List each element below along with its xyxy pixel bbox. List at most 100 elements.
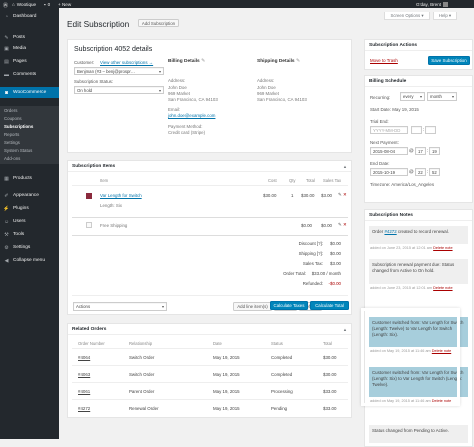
order-link[interactable]: #4063 <box>78 372 90 377</box>
order-date: May 19, 2015 <box>213 406 240 411</box>
customer-select[interactable]: Benjman (#3 – benj@prospr… ▾ <box>74 67 164 75</box>
order-link[interactable]: #4272 <box>384 229 396 234</box>
account-menu[interactable]: G'day, Brent <box>416 1 449 7</box>
comment-icon: ▬ <box>4 71 9 78</box>
edit-billing-icon[interactable]: ✎ <box>201 59 205 64</box>
submenu-settings[interactable]: Settings <box>4 140 20 145</box>
shipping-total: $0.00 <box>301 223 312 228</box>
collapse-menu-button[interactable]: ◀ Collapse menu <box>0 255 59 266</box>
discount-value: $0.00 <box>330 241 341 246</box>
calculate-total-button[interactable]: Calculate Total <box>310 301 349 310</box>
edit-shipping-icon[interactable]: ✎ <box>296 59 300 64</box>
sales-tax-value: $3.00 <box>330 261 341 266</box>
delete-note-link[interactable]: Delete note <box>433 246 452 250</box>
chevron-down-icon: ▾ <box>451 94 454 99</box>
related-orders-header: Related Orders ▲ <box>68 324 351 335</box>
delete-shipping-item-icon[interactable]: ✕ <box>343 222 347 228</box>
save-subscription-button[interactable]: Save Subscription <box>428 56 470 65</box>
col-date: Date <box>213 341 222 346</box>
table-row: #4063 Switch Order May 19, 2015 Complete… <box>72 365 348 382</box>
payment-method-label: Payment Method: <box>168 124 203 129</box>
table-row: Var Length for Switch Length: Six $30.00… <box>72 185 348 215</box>
add-line-items-button[interactable]: Add line item(s) <box>233 302 272 311</box>
screen-options-tab[interactable]: Screen Options ▾ <box>384 12 430 20</box>
sidebar-item-posts[interactable]: ✎ Posts <box>0 32 59 43</box>
sidebar-item-tools[interactable]: ⚒ Tools <box>0 229 59 240</box>
dashboard-icon: ◔ <box>4 13 9 20</box>
subscription-details-box: Subscription 4052 details Customer: View… <box>67 39 352 153</box>
product-meta: Length: Six <box>100 203 122 208</box>
shipping-total-label: Shipping [?]: <box>298 251 323 256</box>
toggle-arrow-icon[interactable]: ▲ <box>343 164 347 169</box>
order-total: $30.00 <box>323 372 337 377</box>
sidebar-item-pages[interactable]: ▤ Pages <box>0 56 59 67</box>
order-status: Pending <box>271 406 288 411</box>
sidebar-item-comments[interactable]: ▬ Comments <box>0 69 59 80</box>
trial-end-minute-input[interactable] <box>425 126 436 134</box>
order-link[interactable]: #4061 <box>78 389 90 394</box>
trial-end-hour-input[interactable] <box>411 126 422 134</box>
delete-item-icon[interactable]: ✕ <box>343 192 347 198</box>
order-link[interactable]: #4272 <box>78 406 90 411</box>
note-item: Status changed from Pending to Active. <box>369 425 468 443</box>
view-other-subscriptions-link[interactable]: View other subscriptions → <box>100 60 153 65</box>
col-qty: Qty <box>289 178 296 183</box>
next-payment-minute-input[interactable]: 19 <box>429 147 440 155</box>
add-subscription-button[interactable]: Add Subscription <box>138 19 179 27</box>
order-relationship: Switch Order <box>129 355 155 360</box>
site-name-link[interactable]: ⌂ Wootique <box>12 2 36 7</box>
edit-shipping-item-icon[interactable]: ✎ <box>338 222 342 228</box>
submenu-subscriptions[interactable]: Subscriptions <box>4 124 33 129</box>
next-payment-hour-input[interactable]: 17 <box>415 147 426 155</box>
sidebar-item-plugins[interactable]: ⚡ Plugins <box>0 203 59 214</box>
submenu-add-ons[interactable]: Add-ons <box>4 156 20 161</box>
edit-item-icon[interactable]: ✎ <box>338 192 342 198</box>
move-to-trash-link[interactable]: Move to Trash <box>370 58 398 63</box>
sidebar-item-appearance[interactable]: ✐ Appearance <box>0 190 59 201</box>
sidebar-item-users[interactable]: ☺ Users <box>0 216 59 227</box>
submenu-reports[interactable]: Reports <box>4 132 19 137</box>
order-link[interactable]: #4064 <box>78 355 90 360</box>
submenu-system-status[interactable]: System Status <box>4 148 32 153</box>
calculate-taxes-button[interactable]: Calculate Taxes <box>270 301 308 310</box>
comments-link[interactable]: ▪ 0 <box>44 2 50 7</box>
admin-bar: Ⓦ ⌂ Wootique ▪ 0 + New G'day, Brent <box>0 0 474 9</box>
status-select[interactable]: On hold ▾ <box>74 86 164 94</box>
col-tax: Sales Tax <box>323 178 342 183</box>
col-relationship: Relationship <box>129 341 153 346</box>
bulk-actions-select[interactable]: Actions ▾ <box>73 302 167 311</box>
sidebar-item-settings[interactable]: ⚙ Settings <box>0 242 59 253</box>
table-row: Free Shipping $0.00 $0.00 ✎ ✕ <box>72 217 348 233</box>
shipping-address-line: John Doe <box>257 85 276 90</box>
new-content-link[interactable]: + New <box>58 2 71 7</box>
comment-bubble-icon: ▪ <box>44 1 46 7</box>
order-relationship: Parent Order <box>129 389 155 394</box>
product-link[interactable]: Var Length for Switch <box>100 193 142 198</box>
sidebar-item-media[interactable]: ▣ Media <box>0 43 59 54</box>
toggle-arrow-icon[interactable]: ▲ <box>343 327 347 332</box>
sidebar-item-woocommerce[interactable]: ◙ WooCommerce <box>0 87 59 98</box>
delete-note-link[interactable]: Delete note <box>433 286 452 290</box>
sidebar-item-products[interactable]: ▦ Products <box>0 173 59 184</box>
submenu-orders[interactable]: Orders <box>4 108 17 113</box>
next-payment-date-input[interactable]: 2015-08-04 <box>370 147 408 155</box>
trial-end-date-input[interactable]: YYYY-MM-DD <box>370 126 408 134</box>
end-date-input[interactable]: 2015-10-19 <box>370 168 408 176</box>
order-total: $33.00 <box>323 389 337 394</box>
billing-period-select[interactable]: month ▾ <box>427 92 457 101</box>
submenu-coupons[interactable]: Coupons <box>4 116 22 121</box>
order-date: May 19, 2015 <box>213 355 240 360</box>
billing-details-title: Billing Details ✎ <box>168 59 206 64</box>
shipping-address-label: Address: <box>257 78 275 83</box>
help-tab[interactable]: Help ▾ <box>433 12 457 20</box>
shipping-tax: $0.00 <box>321 223 332 228</box>
end-hour-input[interactable]: 22 <box>415 168 426 176</box>
shipping-method-name: Free Shipping <box>100 223 128 228</box>
billing-email-link[interactable]: john.doe@example.com <box>168 113 215 118</box>
shipping-details-title: Shipping Details ✎ <box>257 59 300 64</box>
chevron-down-icon: ▾ <box>161 304 164 309</box>
end-minute-input[interactable]: 52 <box>429 168 440 176</box>
product-thumbnail <box>86 193 92 199</box>
sidebar-item-dashboard[interactable]: ◔ Dashboard <box>0 11 59 22</box>
billing-interval-select[interactable]: every ▾ <box>400 92 425 101</box>
